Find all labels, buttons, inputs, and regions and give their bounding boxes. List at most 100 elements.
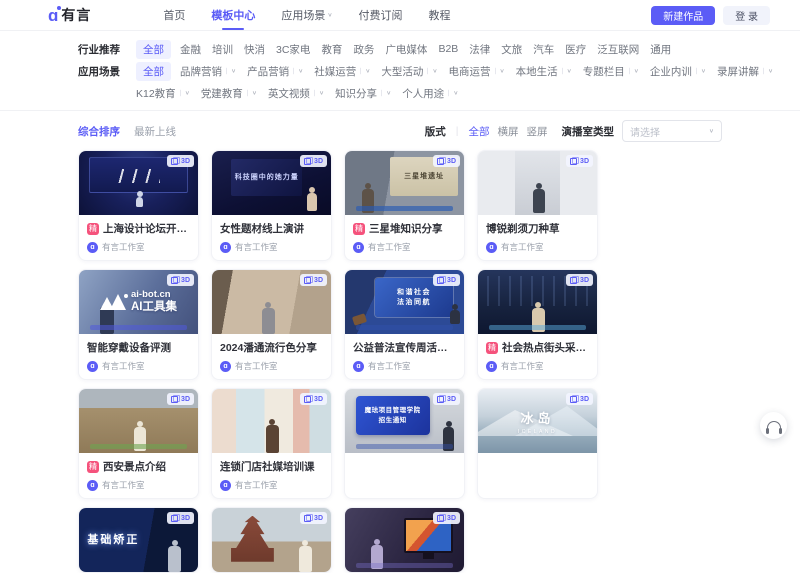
industry-option[interactable]: B2B [438, 43, 458, 55]
template-thumbnail[interactable]: 3D [478, 151, 597, 215]
scene-option[interactable]: 英文视频∨ [268, 86, 324, 101]
template-card[interactable]: 3D 三星堆遗址 精三星堆知识分享 ɑ有言工作室 [344, 150, 465, 261]
nav-pricing[interactable]: 付费订阅 [359, 7, 403, 23]
card-title: 三星堆知识分享 [369, 221, 443, 236]
layout-option-landscape[interactable]: 横屏 [498, 124, 519, 139]
industry-option[interactable]: 泛互联网 [597, 42, 639, 57]
scene-option[interactable]: 专题栏目∨ [583, 64, 639, 79]
template-thumbnail[interactable]: 3D 三星堆遗址 [345, 151, 464, 215]
featured-badge-icon: 精 [353, 223, 365, 235]
template-thumbnail[interactable]: 3D 冰岛 ICELAND [478, 389, 597, 453]
industry-option[interactable]: 培训 [212, 42, 233, 57]
cube-icon [171, 396, 178, 403]
template-card[interactable]: 3D ai-bot.cn AI工具集 智能穿戴设备评测 ɑ有言工作室 [78, 269, 199, 380]
sort-bar: 综合排序 最新上线 版式 | 全部 横屏 竖屏 演播室类型 请选择 ∨ [78, 118, 722, 144]
template-thumbnail[interactable]: 3D [212, 389, 331, 453]
scene-option[interactable]: 产品营销∨ [247, 64, 303, 79]
scene-option-label: 企业内训 [650, 64, 692, 79]
template-thumbnail[interactable]: 3D 和谐社会 法治同航 [345, 270, 464, 334]
scene-option[interactable]: 本地生活∨ [516, 64, 572, 79]
template-card[interactable]: 3D [344, 507, 465, 573]
template-thumbnail[interactable]: 3D [212, 508, 331, 572]
scene-option[interactable]: 社媒运营∨ [314, 64, 370, 79]
badge-3d-label: 3D [447, 277, 456, 284]
template-card[interactable]: 3D 精社会热点街头采访连线 ɑ有言工作室 [477, 269, 598, 380]
chevron-down-icon: ∨ [180, 90, 190, 96]
card-author: 有言工作室 [501, 360, 544, 372]
layout-option-portrait[interactable]: 竖屏 [527, 124, 548, 139]
template-thumbnail[interactable]: 3D [478, 270, 597, 334]
template-thumbnail[interactable]: 3D [212, 270, 331, 334]
nav-app-scenes[interactable]: 应用场景∨ [281, 7, 332, 23]
template-card[interactable]: 3D [211, 507, 332, 573]
scene-option[interactable]: 党建教育∨ [201, 86, 257, 101]
template-thumbnail[interactable]: 3D 基础矫正 [79, 508, 198, 572]
industry-option-all[interactable]: 全部 [136, 40, 171, 59]
nav-tutorials[interactable]: 教程 [429, 7, 451, 23]
scene-option[interactable]: 企业内训∨ [650, 64, 706, 79]
template-thumbnail[interactable]: 3D [345, 508, 464, 572]
create-work-button[interactable]: 新建作品 [651, 6, 715, 25]
card-body: 精社会热点街头采访连线 ɑ有言工作室 [478, 334, 597, 379]
template-thumbnail[interactable]: 3D 科技圈中的她力量 [212, 151, 331, 215]
scene-option[interactable]: 知识分享∨ [335, 86, 391, 101]
badge-3d: 3D [300, 393, 327, 405]
sort-comprehensive[interactable]: 综合排序 [78, 124, 120, 139]
badge-3d-label: 3D [314, 277, 323, 284]
industry-option[interactable]: 金融 [180, 42, 201, 57]
sort-newest[interactable]: 最新上线 [134, 124, 176, 139]
scene-option[interactable]: K12教育∨ [136, 86, 190, 101]
template-card[interactable]: 3D 2024潘通流行色分享 ɑ有言工作室 [211, 269, 332, 380]
industry-option[interactable]: 医疗 [565, 42, 586, 57]
youyan-studio-icon: ɑ [353, 242, 364, 253]
badge-3d: 3D [433, 155, 460, 167]
template-card[interactable]: 3D 魔珐项目管理学院 招生通知 [344, 388, 465, 499]
industry-option[interactable]: 教育 [321, 42, 342, 57]
studio-type-select[interactable]: 请选择 ∨ [622, 120, 722, 142]
layout-option-all[interactable]: 全部 [469, 124, 490, 139]
card-body: 连锁门店社媒培训课 ɑ有言工作室 [212, 453, 331, 498]
template-card[interactable]: 3D 基础矫正 [78, 507, 199, 573]
template-card[interactable]: 3D 冰岛 ICELAND [477, 388, 598, 499]
scene-option[interactable]: 品牌营销∨ [180, 64, 236, 79]
template-card[interactable]: 3D 和谐社会 法治同航 公益普法宣传周活动预告 ɑ有言工作室 [344, 269, 465, 380]
industry-option[interactable]: 广电媒体 [385, 42, 427, 57]
gavel-icon [352, 313, 367, 326]
card-title: 连锁门店社媒培训课 [220, 459, 315, 474]
industry-option[interactable]: 政务 [353, 42, 374, 57]
scene-option[interactable]: 录屏讲解∨ [717, 64, 773, 79]
presenter-figure [266, 419, 279, 453]
industry-option[interactable]: 法律 [469, 42, 490, 57]
scene-option[interactable]: 电商运营∨ [449, 64, 505, 79]
industry-option[interactable]: 文旅 [501, 42, 522, 57]
scene-option-all[interactable]: 全部 [136, 62, 171, 81]
card-body: 博锐剃须刀种草 ɑ有言工作室 [478, 215, 597, 260]
template-card[interactable]: 3D 精上海设计论坛开场主持 ɑ有言工作室 [78, 150, 199, 261]
scene-option[interactable]: 个人用途∨ [402, 86, 458, 101]
nav-home[interactable]: 首页 [163, 7, 185, 23]
scene-option-label: 个人用途 [402, 86, 444, 101]
top-navbar: ɑ 有言 首页 模板中心 应用场景∨ 付费订阅 教程 新建作品 登 录 [0, 0, 800, 31]
studio-type-label: 演播室类型 [562, 124, 615, 139]
template-card[interactable]: 3D 精西安景点介绍 ɑ有言工作室 [78, 388, 199, 499]
template-card[interactable]: 3D 博锐剃须刀种草 ɑ有言工作室 [477, 150, 598, 261]
scene-option[interactable]: 大型活动∨ [381, 64, 437, 79]
badge-3d-label: 3D [314, 158, 323, 165]
template-thumbnail[interactable]: 3D [79, 389, 198, 453]
industry-option[interactable]: 快消 [244, 42, 265, 57]
scene-option-label: 党建教育 [201, 86, 243, 101]
template-thumbnail[interactable]: 3D 魔珐项目管理学院 招生通知 [345, 389, 464, 453]
template-card[interactable]: 3D 科技圈中的她力量 女性题材线上演讲 ɑ有言工作室 [211, 150, 332, 261]
industry-option[interactable]: 3C家电 [276, 42, 310, 57]
customer-service-button[interactable] [760, 412, 787, 439]
scene-filter-row2: K12教育∨ 党建教育∨ 英文视频∨ 知识分享∨ 个人用途∨ [78, 82, 722, 104]
industry-option[interactable]: 通用 [650, 42, 671, 57]
card-body: 公益普法宣传周活动预告 ɑ有言工作室 [345, 334, 464, 379]
template-thumbnail[interactable]: 3D [79, 151, 198, 215]
brand-logo[interactable]: ɑ 有言 [48, 5, 91, 25]
login-button[interactable]: 登 录 [723, 6, 770, 25]
template-card[interactable]: 3D 连锁门店社媒培训课 ɑ有言工作室 [211, 388, 332, 499]
industry-option[interactable]: 汽车 [533, 42, 554, 57]
template-thumbnail[interactable]: 3D ai-bot.cn AI工具集 [79, 270, 198, 334]
nav-template-center[interactable]: 模板中心 [211, 7, 255, 23]
